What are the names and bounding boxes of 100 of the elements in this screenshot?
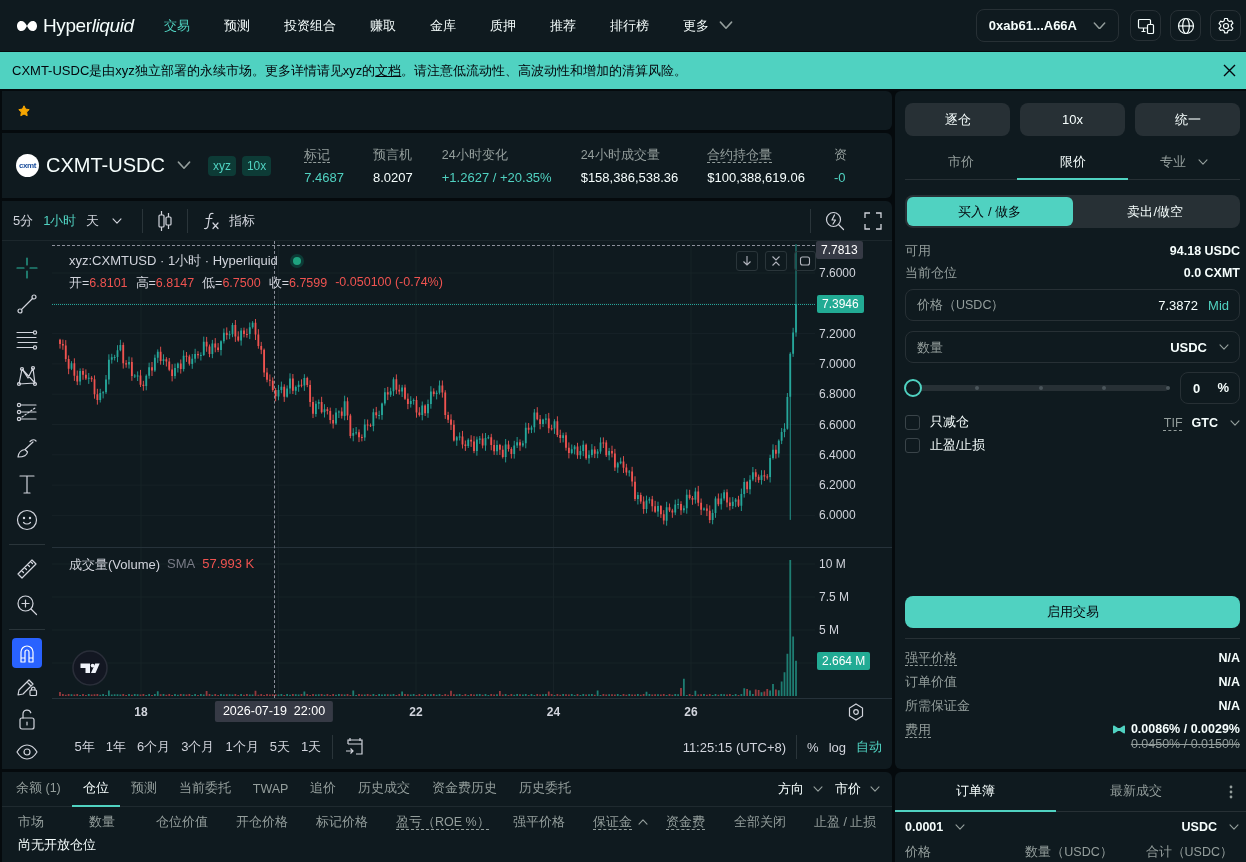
nav-link[interactable]: 金库	[412, 9, 473, 42]
range-button[interactable]: 1个月	[219, 734, 265, 760]
nav-link[interactable]: 更多	[665, 9, 750, 42]
range-button[interactable]: 1天	[295, 734, 327, 760]
more-icon[interactable]	[1229, 784, 1233, 799]
nav-link[interactable]: 投资组合	[266, 9, 353, 42]
display-button[interactable]	[1130, 10, 1161, 41]
margin-button[interactable]: 逐仓	[905, 103, 1010, 136]
filter-dropdown[interactable]: 方向	[772, 772, 829, 806]
calendar-icon[interactable]	[344, 737, 365, 757]
size-field[interactable]: 数量 USDC	[905, 331, 1240, 363]
nav-link[interactable]: 质押	[472, 9, 533, 42]
magnifier-bolt-icon[interactable]	[825, 210, 845, 231]
column-header[interactable]: 仓位价值	[156, 813, 208, 831]
tif-selector[interactable]: GTC	[1191, 415, 1240, 430]
tick-size-dropdown[interactable]: 0.0001	[905, 820, 966, 834]
level-lines-icon[interactable]	[16, 401, 38, 423]
language-button[interactable]	[1170, 10, 1201, 41]
order-type-tab[interactable]: 市价	[905, 146, 1017, 180]
crosshair-icon[interactable]	[16, 257, 38, 279]
fullscreen-icon[interactable]	[864, 211, 882, 230]
maximize-button[interactable]	[794, 251, 816, 271]
side-toggle[interactable]: 买入 / 做多	[907, 197, 1073, 226]
zoom-in-icon[interactable]	[16, 594, 38, 616]
nav-link[interactable]: 预测	[206, 9, 267, 42]
trend-line-icon[interactable]	[16, 293, 38, 315]
panel-tab[interactable]: 资金费历史	[421, 772, 509, 807]
chart-logo[interactable]	[72, 650, 108, 686]
collapse-button[interactable]	[765, 251, 787, 271]
panel-tab[interactable]: 余额 (1)	[5, 772, 72, 807]
timezone-button[interactable]: 11:25:15 (UTC+8)	[677, 734, 792, 760]
order-type-tab[interactable]: 限价	[1016, 146, 1129, 180]
brush-icon[interactable]	[16, 437, 38, 459]
unlock-icon[interactable]	[16, 707, 38, 730]
interval-tab[interactable]: 天	[81, 206, 128, 235]
ruler-icon[interactable]	[16, 558, 38, 580]
price-field[interactable]: 价格（USDC） 7.3872 Mid	[905, 289, 1240, 321]
scroll-down-button[interactable]	[736, 251, 758, 271]
scale-toggle[interactable]: 自动	[851, 734, 887, 760]
nav-link[interactable]: 赚取	[352, 9, 413, 42]
margin-button[interactable]: 10x	[1020, 103, 1125, 136]
smiley-icon[interactable]	[16, 509, 38, 531]
column-header[interactable]: 全部关闭	[734, 813, 786, 831]
docs-link[interactable]: 文档	[375, 62, 402, 78]
time-axis-label: 22	[409, 704, 423, 720]
star-icon[interactable]	[18, 104, 30, 117]
checkbox[interactable]	[905, 415, 920, 430]
column-header[interactable]: 标记价格	[316, 813, 368, 831]
column-header[interactable]: 市场	[18, 813, 44, 831]
range-button[interactable]: 6个月	[131, 734, 176, 760]
checkbox[interactable]	[905, 438, 920, 453]
column-header[interactable]: 保证金	[593, 813, 648, 831]
interval-tab[interactable]: 5分	[8, 206, 39, 235]
unit-dropdown[interactable]: USDC	[1181, 820, 1239, 834]
column-header[interactable]: 止盈 / 止损	[814, 813, 877, 831]
candles-icon[interactable]	[158, 209, 173, 232]
close-icon[interactable]	[1223, 64, 1236, 77]
range-button[interactable]: 3个月	[175, 734, 220, 760]
filter-dropdown[interactable]: 市价	[829, 772, 886, 806]
market-selector[interactable]: CXMT-USDC	[46, 154, 191, 177]
panel-tab[interactable]: 历史委托	[508, 772, 583, 807]
magnet-button[interactable]	[12, 637, 42, 668]
column-header[interactable]: 盈亏（ROE %）	[396, 813, 490, 831]
slider-thumb[interactable]	[904, 379, 922, 397]
panel-tab[interactable]: 历史成交	[347, 772, 422, 807]
side-toggle[interactable]: 卖出/做空	[1072, 197, 1238, 226]
mid-button[interactable]: Mid	[1208, 297, 1229, 313]
nav-link[interactable]: 交易	[146, 9, 207, 42]
indicators-button[interactable]: 指标	[203, 206, 256, 235]
function-icon	[203, 211, 220, 230]
panel-tab[interactable]: 仓位	[71, 772, 120, 807]
column-header[interactable]: 强平价格	[513, 813, 565, 831]
panel-tab[interactable]: 预测	[119, 772, 168, 807]
enable-trading-button[interactable]: 启用交易	[905, 596, 1240, 628]
panel-tab[interactable]: 最新成交	[1055, 772, 1216, 812]
wallet-button[interactable]: 0xab61...A66A	[975, 9, 1119, 42]
nav-link[interactable]: 排行榜	[592, 9, 666, 42]
column-header[interactable]: 数量	[89, 813, 115, 831]
balance-value: 0.0 CXMT	[1183, 266, 1240, 280]
column-header[interactable]: 开仓价格	[236, 813, 288, 831]
summary-label: 强平价格	[905, 649, 957, 667]
range-button[interactable]: 1年	[100, 734, 132, 760]
zigzag-pattern-icon[interactable]	[16, 365, 38, 387]
panel-tab[interactable]: 追价	[299, 772, 348, 807]
range-button[interactable]: 5天	[264, 734, 296, 760]
unit-selector[interactable]: USDC	[1170, 339, 1229, 355]
column-header[interactable]: 资金费	[666, 813, 705, 831]
order-type-tab[interactable]: 专业	[1128, 146, 1240, 180]
settings-icon[interactable]	[848, 703, 864, 721]
nav-link[interactable]: 推荐	[532, 9, 593, 42]
interval-tab[interactable]: 1小时	[38, 206, 82, 235]
range-button[interactable]: 5年	[69, 734, 101, 760]
panel-tab[interactable]: 当前委托	[167, 772, 242, 807]
settings-button[interactable]	[1210, 10, 1241, 41]
scale-toggle[interactable]: %	[802, 734, 824, 760]
panel-tab[interactable]: TWAP	[241, 772, 300, 807]
panel-tab[interactable]: 订单簿	[895, 772, 1056, 812]
horizontal-lines-icon[interactable]	[16, 329, 38, 351]
scale-toggle[interactable]: log	[823, 734, 851, 760]
margin-button[interactable]: 统一	[1135, 103, 1240, 136]
